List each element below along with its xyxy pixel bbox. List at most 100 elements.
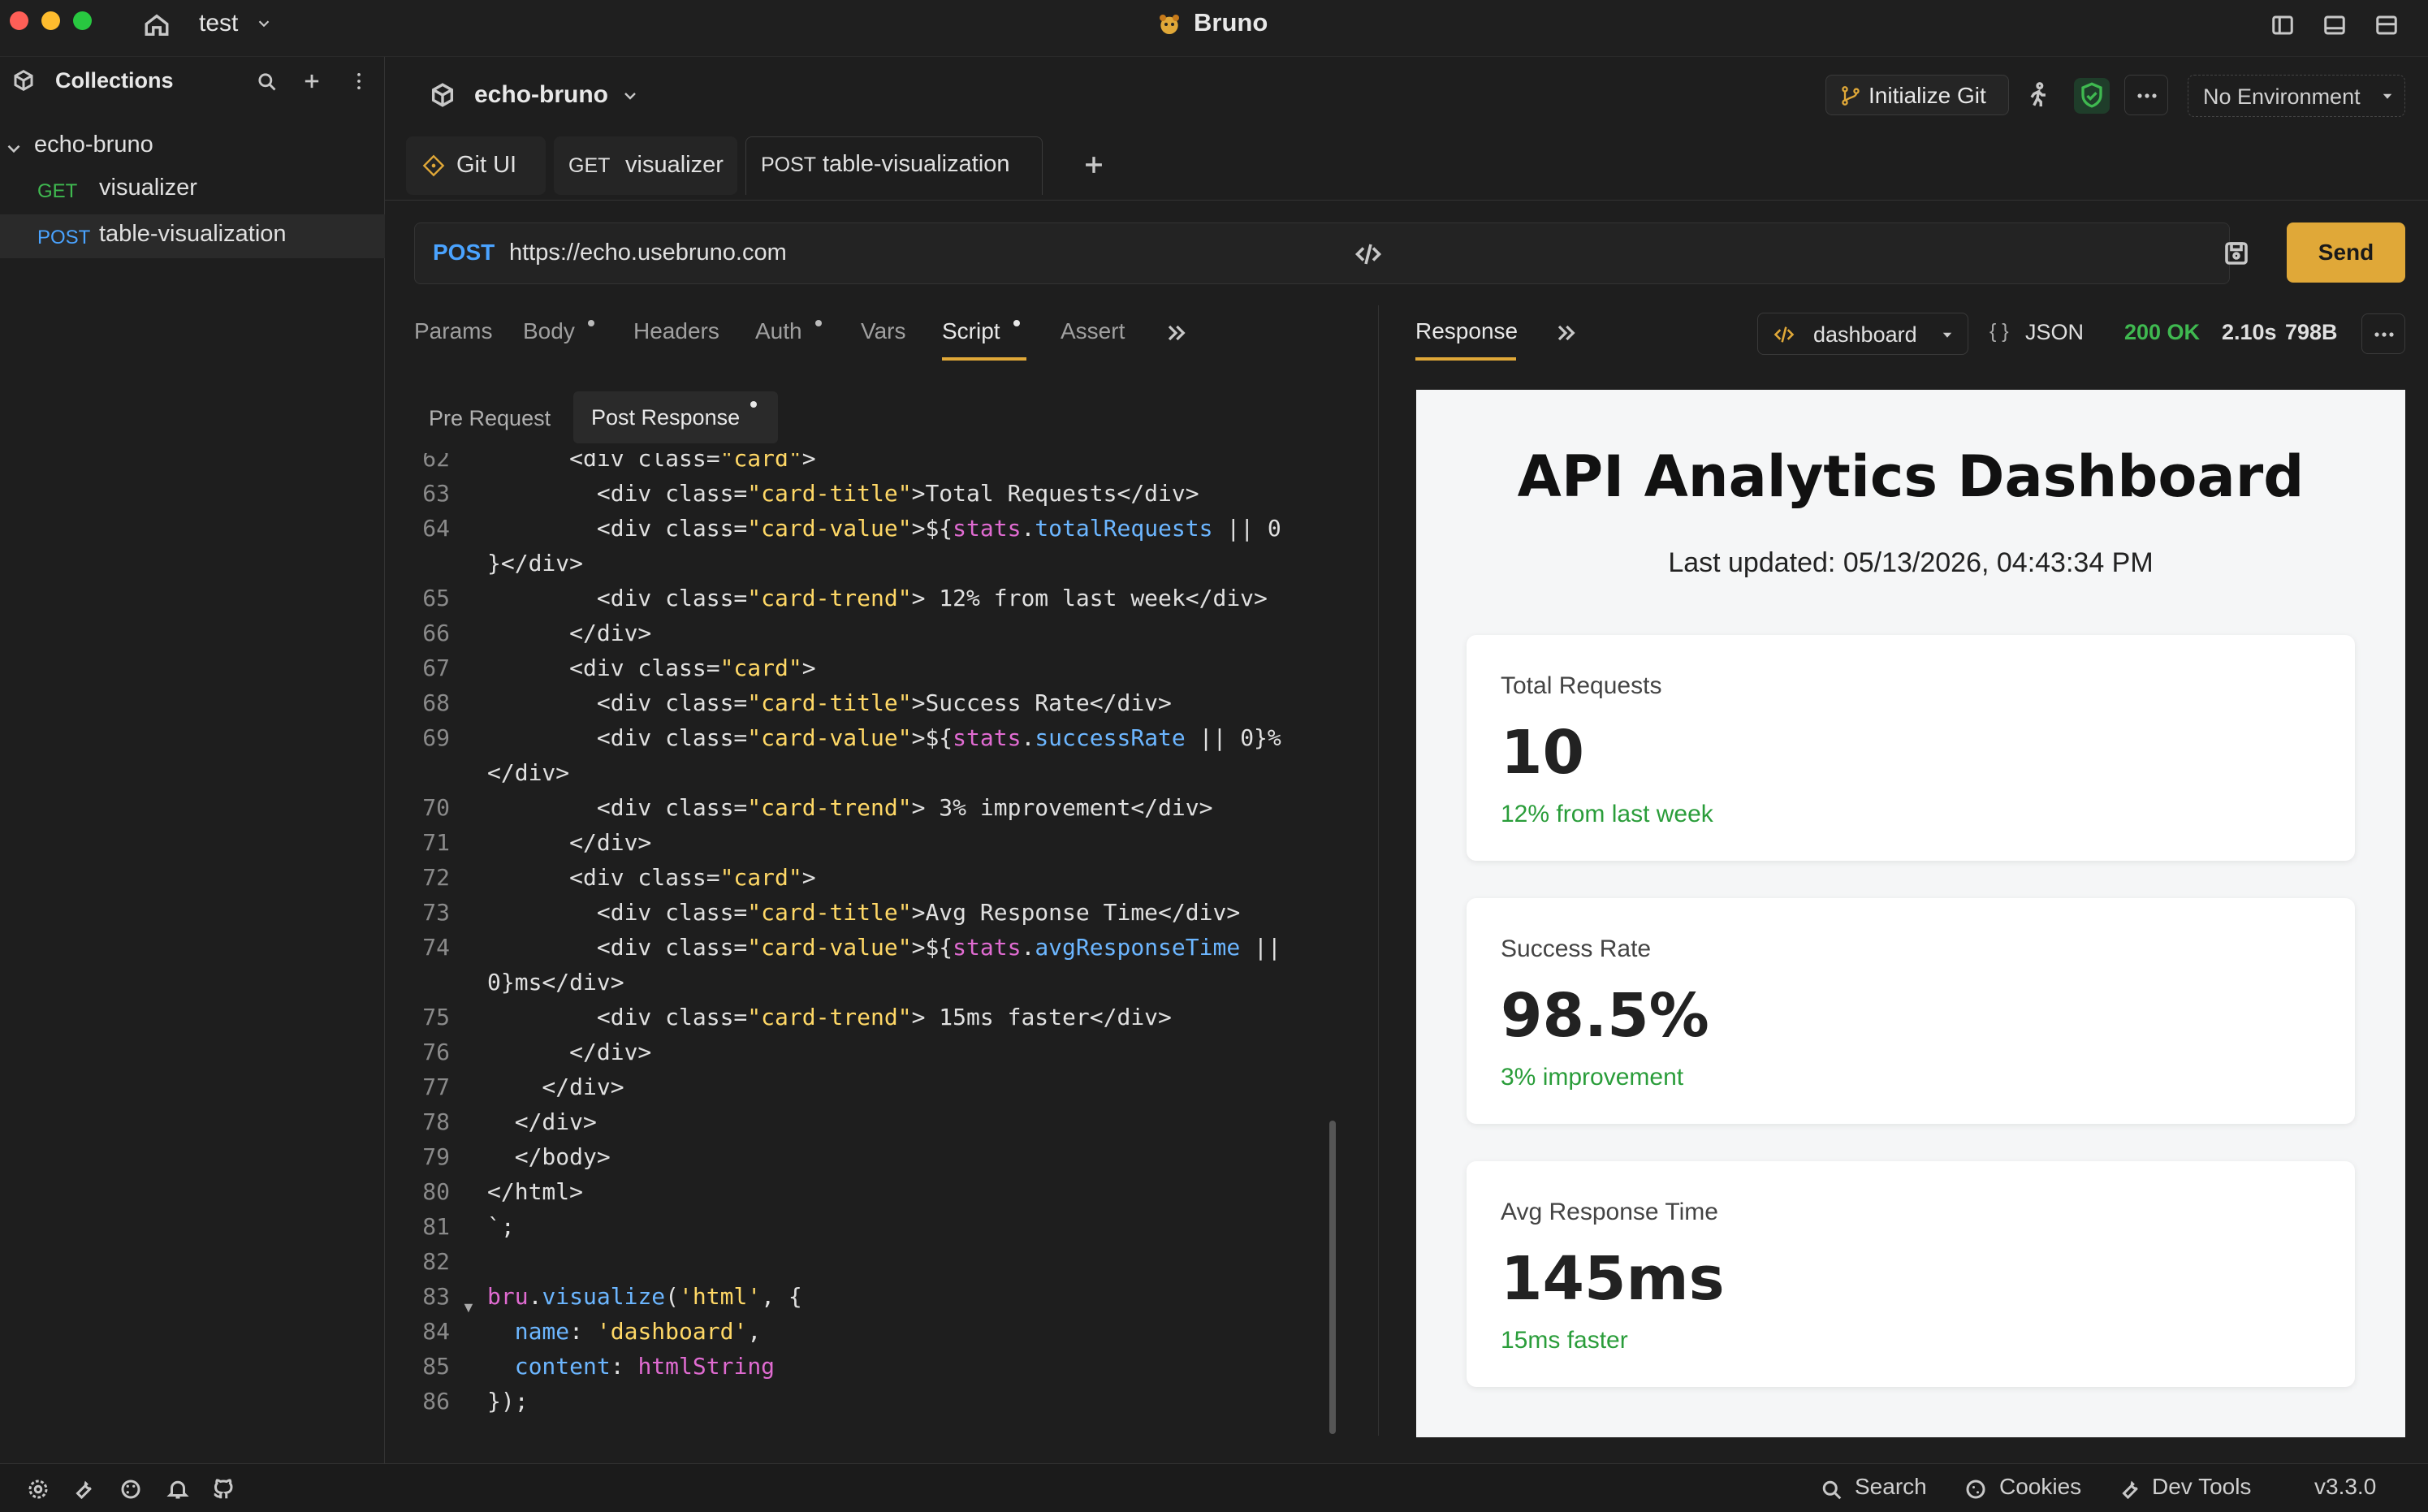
send-button[interactable]: Send	[2287, 222, 2405, 283]
code-editor[interactable]: 62 <div class="card"> 63 <div class="card…	[385, 453, 1343, 1437]
search-icon[interactable]	[255, 70, 278, 93]
card-success-rate: Success Rate 98.5% 3% improvement	[1467, 898, 2355, 1124]
line-number: 80	[422, 1178, 450, 1205]
code-line[interactable]: <div class="card-value">${stats.avgRespo…	[487, 934, 1281, 961]
sidebar-item-visualizer[interactable]: GET visualizer	[0, 172, 385, 210]
fold-arrow-icon[interactable]: ▼	[461, 1299, 476, 1316]
tab-headers[interactable]: Headers	[633, 318, 719, 344]
chevrons-right-icon[interactable]	[1163, 320, 1189, 346]
code-line[interactable]: <div class="card-title">Total Requests</…	[487, 480, 1199, 507]
code-line[interactable]: </div>	[487, 1039, 651, 1065]
tab-auth[interactable]: Auth	[755, 318, 802, 344]
tab-visualizer[interactable]: GET visualizer	[554, 136, 737, 195]
code-line[interactable]: <div class="card">	[487, 654, 815, 681]
cookies-label[interactable]: Cookies	[1999, 1474, 2081, 1500]
code-line[interactable]: <div class="card-title">Success Rate</di…	[487, 689, 1172, 716]
search-icon[interactable]	[1819, 1477, 1843, 1501]
tab-assert[interactable]: Assert	[1061, 318, 1125, 344]
maximize-window-button[interactable]	[73, 11, 92, 30]
tab-vars[interactable]: Vars	[861, 318, 906, 344]
url-bar[interactable]: POST https://echo.usebruno.com	[414, 222, 2230, 284]
response-time: 2.10s	[2222, 320, 2277, 344]
tab-response[interactable]: Response	[1415, 318, 1518, 344]
response-more-button[interactable]	[2361, 313, 2405, 354]
code-line[interactable]: <div class="card-trend"> 12% from last w…	[487, 585, 1268, 611]
devtools-label[interactable]: Dev Tools	[2152, 1474, 2251, 1500]
chevrons-right-icon[interactable]	[1553, 320, 1579, 346]
code-line[interactable]: <div class="card">	[487, 453, 815, 472]
tab-label: Post Response	[591, 405, 741, 430]
code-icon[interactable]	[1354, 240, 1383, 269]
status-bar: Search Cookies Dev Tools v3.3.0	[0, 1463, 2428, 1512]
sidebar	[0, 57, 385, 1463]
chevron-down-icon[interactable]	[620, 86, 640, 106]
wrench-icon[interactable]	[71, 1477, 96, 1501]
code-line[interactable]: <div class="card-title">Avg Response Tim…	[487, 899, 1240, 926]
more-options-button[interactable]	[2124, 75, 2168, 115]
settings-icon[interactable]	[26, 1477, 50, 1501]
layout-icon[interactable]	[2374, 13, 2399, 37]
bell-icon[interactable]	[166, 1477, 190, 1501]
code-line[interactable]: </body>	[487, 1143, 611, 1170]
sidebar-item-table-visualization[interactable]: POST table-visualization	[0, 214, 385, 258]
tab-git-ui[interactable]: Git UI	[406, 136, 546, 195]
code-line[interactable]: </html>	[487, 1178, 583, 1205]
minimize-window-button[interactable]	[41, 11, 60, 30]
code-line[interactable]: <div class="card-value">${stats.successR…	[487, 724, 1281, 751]
workspace-name[interactable]: test	[199, 10, 238, 37]
last-updated: Last updated: 05/13/2026, 04:43:34 PM	[1668, 547, 2154, 578]
cookie-icon[interactable]	[1964, 1477, 1988, 1501]
card-title: Avg Response Time	[1501, 1199, 1718, 1225]
wrench-icon[interactable]	[2118, 1477, 2142, 1501]
pane-divider[interactable]	[1378, 305, 1379, 1436]
toggle-sidebar-icon[interactable]	[2270, 13, 2295, 37]
code-line[interactable]: content: htmlString	[487, 1353, 775, 1380]
initialize-git-button[interactable]: Initialize Git	[1825, 75, 2009, 115]
add-icon[interactable]	[300, 70, 323, 93]
collection-name[interactable]: echo-bruno	[474, 81, 608, 109]
sidebar-collection-echo-bruno[interactable]: echo-bruno	[0, 130, 385, 167]
code-line[interactable]: </div>	[487, 620, 651, 646]
code-line[interactable]: </div>	[487, 829, 651, 856]
runner-icon[interactable]	[2024, 81, 2051, 109]
new-tab-icon[interactable]	[1080, 151, 1108, 179]
tab-method: POST	[761, 153, 817, 176]
security-shield-icon[interactable]	[2074, 78, 2110, 114]
line-number: 69	[422, 724, 450, 751]
tab-body[interactable]: Body	[523, 318, 575, 344]
code-line[interactable]: `;	[487, 1213, 515, 1240]
code-line[interactable]: <div class="card">	[487, 864, 815, 891]
code-line[interactable]: <div class="card-trend"> 3% improvement<…	[487, 794, 1213, 821]
code-line[interactable]: 0}ms</div>	[487, 969, 624, 996]
palette-icon[interactable]	[119, 1477, 143, 1501]
search-label[interactable]: Search	[1855, 1474, 1927, 1500]
close-window-button[interactable]	[10, 11, 28, 30]
url-input[interactable]: https://echo.usebruno.com	[509, 240, 787, 266]
home-icon[interactable]	[143, 11, 171, 39]
request-method[interactable]: POST	[433, 240, 495, 266]
toggle-panel-icon[interactable]	[2322, 13, 2347, 37]
method-badge: GET	[37, 180, 78, 202]
code-line[interactable]: });	[487, 1388, 529, 1415]
tab-script[interactable]: Script	[942, 318, 1000, 344]
code-line[interactable]: <div class="card-value">${stats.totalReq…	[487, 515, 1281, 542]
editor-scrollbar[interactable]	[1329, 1121, 1336, 1434]
more-vertical-icon[interactable]	[348, 70, 370, 93]
code-line[interactable]: </div>	[487, 1074, 624, 1100]
environment-select[interactable]: No Environment	[2188, 75, 2405, 117]
save-icon[interactable]	[2222, 239, 2251, 268]
code-line[interactable]: name: 'dashboard',	[487, 1318, 761, 1345]
code-line[interactable]: <div class="card-trend"> 15ms faster</di…	[487, 1004, 1172, 1030]
visualizer-select[interactable]: dashboard	[1757, 313, 1968, 355]
code-line[interactable]: bru.visualize('html', {	[487, 1283, 802, 1310]
tab-pre-request[interactable]: Pre Request	[429, 406, 551, 431]
tab-table-visualization[interactable]: POST table-visualization	[745, 136, 1043, 195]
github-icon[interactable]	[211, 1477, 235, 1501]
chevron-down-icon[interactable]	[255, 15, 273, 32]
response-format[interactable]: JSON	[2025, 320, 2084, 345]
tab-params[interactable]: Params	[414, 318, 492, 344]
code-line[interactable]: </div>	[487, 759, 569, 786]
tab-post-response[interactable]: Post Response	[573, 391, 778, 443]
code-line[interactable]: }</div>	[487, 550, 583, 577]
code-line[interactable]: </div>	[487, 1108, 597, 1135]
